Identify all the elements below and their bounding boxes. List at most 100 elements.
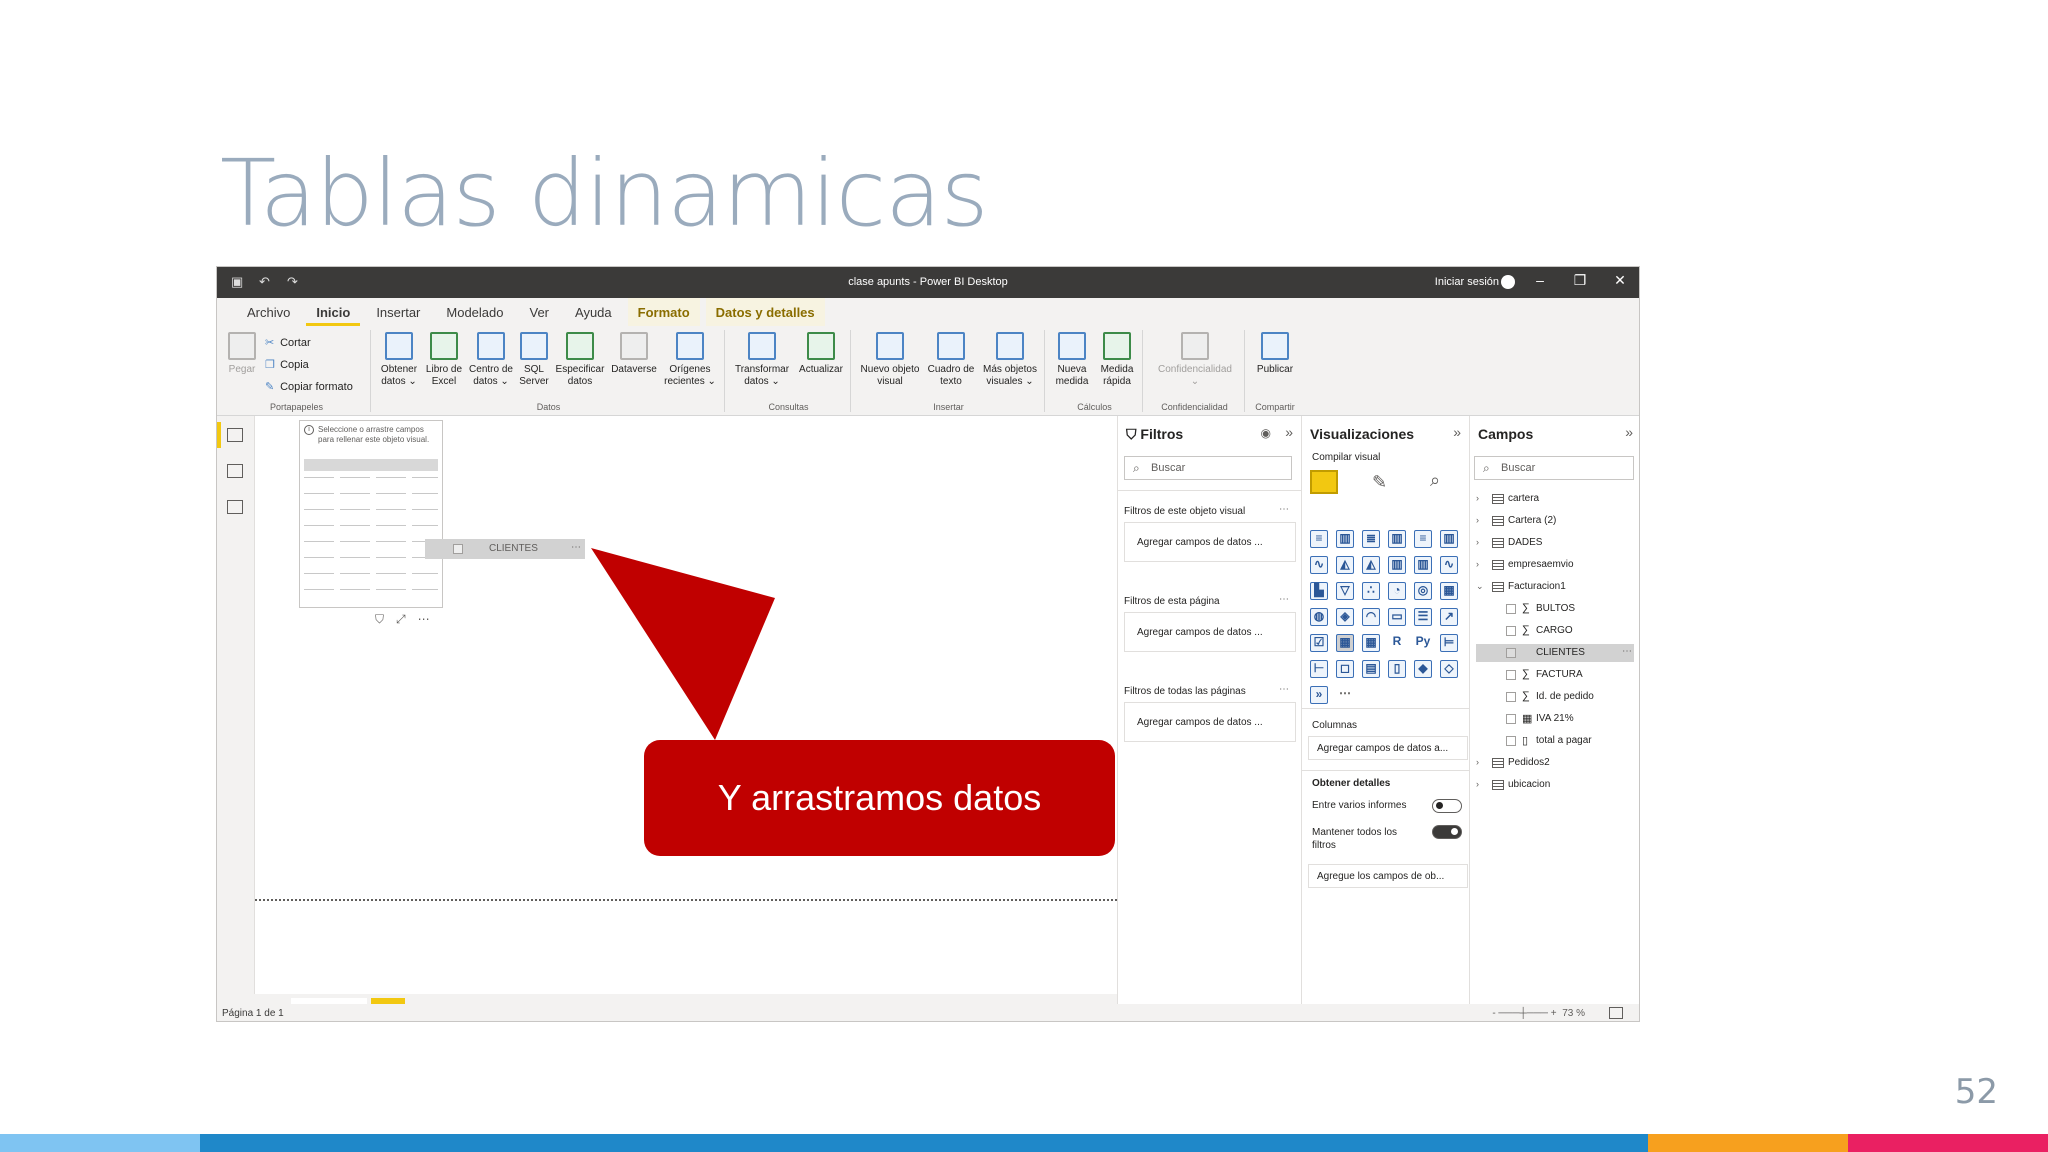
power-apps-icon[interactable]: ◆	[1414, 660, 1432, 678]
narrative-icon[interactable]: ▤	[1362, 660, 1380, 678]
field-id-pedido[interactable]: ∑ Id. de pedido	[1476, 688, 1636, 706]
more-options-icon[interactable]: ⋯	[1279, 594, 1289, 605]
treemap-icon[interactable]: ▦	[1440, 582, 1458, 600]
field-checkbox[interactable]	[1506, 648, 1516, 658]
more-options-icon[interactable]: ⋯	[1279, 684, 1289, 695]
line-chart-icon[interactable]: ∿	[1310, 556, 1328, 574]
ribbon-chart-icon[interactable]: ∿	[1440, 556, 1458, 574]
cross-report-toggle[interactable]	[1432, 799, 1462, 813]
publish-button[interactable]: Publicar	[1251, 330, 1299, 376]
multirow-card-icon[interactable]: ☰	[1414, 608, 1432, 626]
stacked-bar-icon[interactable]: ≡	[1310, 530, 1328, 548]
tab-ver[interactable]: Ver	[520, 298, 560, 326]
field-checkbox[interactable]	[1506, 692, 1516, 702]
qa-icon[interactable]: ◻	[1336, 660, 1354, 678]
refresh-button[interactable]: Actualizar	[795, 330, 847, 376]
field-checkbox[interactable]	[1506, 736, 1516, 746]
zoom-control[interactable]: - ───┼─── + 73 %	[1492, 1008, 1585, 1019]
kpi-icon[interactable]: ↗	[1440, 608, 1458, 626]
power-automate-icon[interactable]: ◇	[1440, 660, 1458, 678]
build-visual-tab[interactable]	[1310, 470, 1338, 494]
more-visuals-chevron-icon[interactable]: »	[1310, 686, 1328, 704]
table-icon[interactable]: ▦	[1336, 634, 1354, 652]
tree-table-ubicacion[interactable]: › ubicacion	[1476, 776, 1636, 794]
more-options-icon[interactable]: ⋯	[1279, 504, 1289, 515]
key-influencers-icon[interactable]: ⊨	[1440, 634, 1458, 652]
tree-table-empresaemvio[interactable]: › empresaemvio	[1476, 556, 1636, 574]
line-column-icon[interactable]: ▥	[1388, 556, 1406, 574]
field-checkbox[interactable]	[1506, 604, 1516, 614]
fields-search-input[interactable]: ⌕ Buscar	[1474, 456, 1634, 480]
matrix-icon[interactable]: ▦	[1362, 634, 1380, 652]
area-chart-icon[interactable]: ◭	[1336, 556, 1354, 574]
python-visual-icon[interactable]: Py	[1414, 634, 1432, 652]
tab-ayuda[interactable]: Ayuda	[565, 298, 622, 326]
minimize-icon[interactable]: –	[1531, 272, 1549, 289]
filters-search-input[interactable]: ⌕ Buscar	[1124, 456, 1292, 480]
gauge-icon[interactable]: ◠	[1362, 608, 1380, 626]
collapse-icon[interactable]: »	[1285, 424, 1293, 440]
stacked-column-icon[interactable]: ▥	[1336, 530, 1354, 548]
cut-button[interactable]: ✂ Cortar	[265, 336, 311, 349]
tree-table-pedidos2[interactable]: › Pedidos2	[1476, 754, 1636, 772]
tree-table-facturacion1[interactable]: ⌄ Facturacion1	[1476, 578, 1636, 596]
field-checkbox[interactable]	[1506, 714, 1516, 724]
pie-chart-icon[interactable]: ◔	[1388, 582, 1406, 600]
collapse-icon[interactable]: »	[1453, 424, 1461, 440]
waterfall-icon[interactable]: ▙	[1310, 582, 1328, 600]
field-bultos[interactable]: ∑ BULTOS	[1476, 600, 1636, 618]
new-measure-button[interactable]: Nueva medida	[1051, 330, 1093, 388]
transform-button[interactable]: Transformar datos ⌄	[731, 330, 793, 388]
tab-insertar[interactable]: Insertar	[366, 298, 430, 326]
scatter-icon[interactable]: ∴	[1362, 582, 1380, 600]
paste-button[interactable]: Pegar	[227, 330, 257, 376]
filter-well-all-pages[interactable]: Agregar campos de datos ...	[1124, 702, 1296, 742]
filter-well-visual[interactable]: Agregar campos de datos ...	[1124, 522, 1296, 562]
map-icon[interactable]: ◍	[1310, 608, 1328, 626]
tab-archivo[interactable]: Archivo	[237, 298, 300, 326]
textbox-button[interactable]: Cuadro de texto	[925, 330, 977, 388]
new-visual-button[interactable]: Nuevo objeto visual	[855, 330, 925, 388]
clustered-bar-icon[interactable]: ≣	[1362, 530, 1380, 548]
close-icon[interactable]: ✕	[1611, 272, 1629, 289]
signin-link[interactable]: Iniciar sesión	[1435, 276, 1499, 288]
keep-filters-toggle[interactable]	[1432, 825, 1462, 839]
tree-table-cartera[interactable]: › cartera	[1476, 490, 1636, 508]
tab-formato[interactable]: Formato	[627, 298, 700, 326]
field-total-a-pagar[interactable]: ▯ total a pagar	[1476, 732, 1636, 750]
clustered-column-icon[interactable]: ▥	[1388, 530, 1406, 548]
more-visuals-button[interactable]: Más objetos visuales ⌄	[977, 330, 1043, 388]
sensitivity-button[interactable]: Confidencialidad ⌄	[1149, 330, 1241, 388]
field-factura[interactable]: ∑ FACTURA	[1476, 666, 1636, 684]
format-painter-button[interactable]: ✎ Copiar formato	[265, 380, 353, 393]
filter-well-page[interactable]: Agregar campos de datos ...	[1124, 612, 1296, 652]
dataverse-button[interactable]: Dataverse	[609, 330, 659, 376]
donut-icon[interactable]: ◎	[1414, 582, 1432, 600]
quick-measure-button[interactable]: Medida rápida	[1095, 330, 1139, 388]
bar-100-icon[interactable]: ≡	[1414, 530, 1432, 548]
decomposition-tree-icon[interactable]: ⊢	[1310, 660, 1328, 678]
copy-button[interactable]: ❐ Copia	[265, 358, 309, 371]
tab-modelado[interactable]: Modelado	[436, 298, 513, 326]
report-canvas[interactable]: i Seleccione o arrastre campos para rell…	[255, 416, 1117, 994]
field-iva[interactable]: ▦ IVA 21%	[1476, 710, 1636, 728]
datahub-button[interactable]: Centro de datos ⌄	[467, 330, 515, 388]
field-cargo[interactable]: ∑ CARGO	[1476, 622, 1636, 640]
tree-table-dades[interactable]: › DADES	[1476, 534, 1636, 552]
field-checkbox[interactable]	[1506, 626, 1516, 636]
restore-icon[interactable]: ❐	[1571, 272, 1589, 289]
column-100-icon[interactable]: ▥	[1440, 530, 1458, 548]
card-icon[interactable]: ▭	[1388, 608, 1406, 626]
paginated-report-icon[interactable]: ▯	[1388, 660, 1406, 678]
columns-well[interactable]: Agregar campos de datos a...	[1308, 736, 1468, 760]
eye-icon[interactable]: ◉	[1261, 426, 1271, 440]
filled-map-icon[interactable]: ◈	[1336, 608, 1354, 626]
fit-page-icon[interactable]	[1609, 1007, 1623, 1019]
r-visual-icon[interactable]: R	[1388, 634, 1406, 652]
sql-server-button[interactable]: SQL Server	[517, 330, 551, 388]
more-options-icon[interactable]: ⋯	[1622, 646, 1632, 657]
tab-datos-detalles[interactable]: Datos y detalles	[705, 298, 825, 326]
stacked-area-icon[interactable]: ◭	[1362, 556, 1380, 574]
tree-table-cartera-2[interactable]: › Cartera (2)	[1476, 512, 1636, 530]
field-clientes[interactable]: CLIENTES ⋯	[1476, 644, 1634, 662]
